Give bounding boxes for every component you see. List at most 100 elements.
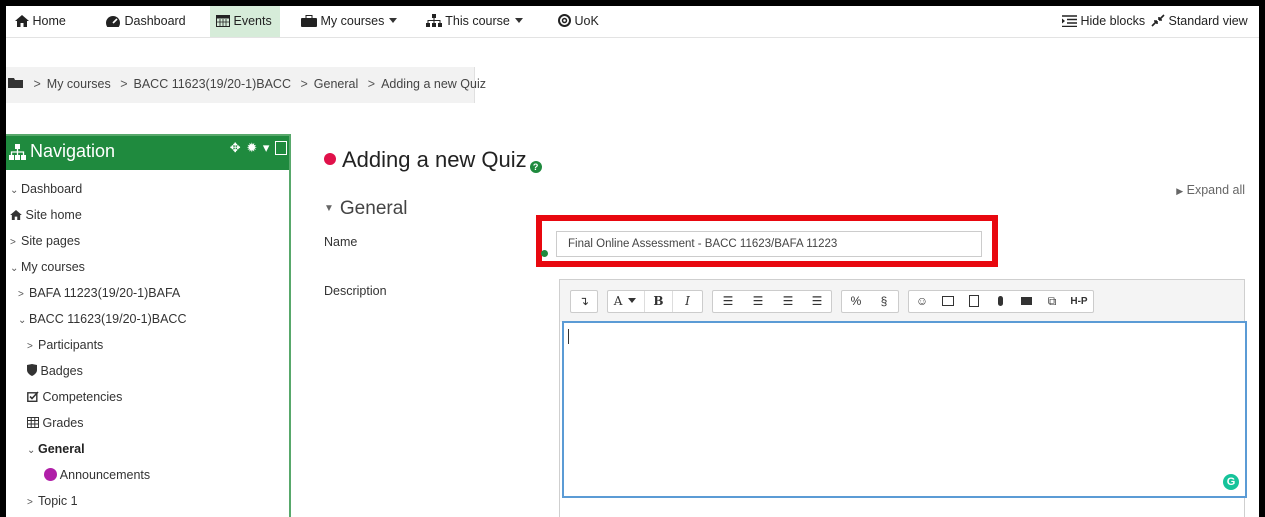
record-audio-button[interactable] <box>987 291 1013 312</box>
italic-button[interactable]: I <box>672 291 702 312</box>
nav-my-courses[interactable]: My courses <box>301 6 398 37</box>
tree-item-grades[interactable]: Grades <box>6 410 289 436</box>
nav-events-label: Events <box>233 14 272 28</box>
breadcrumb-section[interactable]: General <box>314 77 358 91</box>
nav-events[interactable]: Events <box>210 6 280 37</box>
italic-icon: I <box>685 294 690 308</box>
tree-item-label: Announcements <box>59 468 151 482</box>
numbered-list-button[interactable]: ☰ <box>743 291 773 312</box>
breadcrumb-separator: > <box>300 77 308 91</box>
tree-item-label: My courses <box>21 260 85 274</box>
top-navbar: Home Dashboard Events My courses This co… <box>6 6 1259 38</box>
record-video-button[interactable] <box>1013 291 1039 312</box>
grammarly-icon[interactable]: G <box>1223 474 1239 490</box>
nav-this-course-label: This course <box>445 14 510 28</box>
indent-button[interactable]: ☰ <box>803 291 831 312</box>
navigation-header: Navigation ✥ ✹ ▾ <box>6 136 289 170</box>
tree-item-general[interactable]: ⌄ General <box>6 436 289 462</box>
indent-icon: ☰ <box>811 294 823 308</box>
h5p-button[interactable]: H-P <box>1065 291 1093 312</box>
page-title: Adding a new Quiz? <box>324 147 542 173</box>
breadcrumb: > My courses > BACC 11623(19/20-1)BACC > Ge… <box>6 67 486 103</box>
caret-right-icon: ▶ <box>1176 186 1184 196</box>
bold-icon: B <box>653 294 664 308</box>
link-button[interactable]: % <box>842 291 870 312</box>
unlink-button[interactable]: § <box>870 291 898 312</box>
tree-item-dashboard[interactable]: ⌄ Dashboard <box>6 176 289 202</box>
video-camera-icon <box>1020 297 1032 305</box>
microphone-icon <box>997 296 1003 306</box>
tree-item-bafa-course[interactable]: > BAFA 11223(19/20-1)BAFA <box>6 280 289 306</box>
tree-item-site-home[interactable]: Site home <box>6 202 289 228</box>
nav-uok[interactable]: UoK <box>558 6 599 37</box>
unlink-icon: § <box>880 294 888 308</box>
name-label: Name <box>324 235 358 249</box>
hide-blocks-button[interactable]: Hide blocks <box>1062 6 1145 37</box>
gear-icon[interactable]: ✹ <box>246 140 258 155</box>
nav-home[interactable]: Home <box>15 6 66 37</box>
chevron-down-icon[interactable]: ▾ <box>263 140 271 155</box>
description-editor: ↴ A B I ☰ ☰ ☰ ☰ % § ☺ ⧉ H-P G <box>559 279 1247 517</box>
manage-files-button[interactable]: ⧉ <box>1039 291 1065 312</box>
section-general-toggle[interactable]: ▼ General <box>324 198 408 220</box>
tree-item-site-pages[interactable]: > Site pages <box>6 228 289 254</box>
caret-down-icon: ▼ <box>324 203 334 214</box>
nav-dashboard-label: Dashboard <box>124 14 186 28</box>
standard-view-button[interactable]: Standard view <box>1151 6 1248 37</box>
nav-my-courses-label: My courses <box>320 14 385 28</box>
required-indicator <box>541 250 548 257</box>
bold-button[interactable]: B <box>644 291 672 312</box>
numbered-list-icon: ☰ <box>752 294 764 308</box>
tree-item-badges[interactable]: Badges <box>6 358 289 384</box>
expand-all-link[interactable]: ▶ Expand all <box>1176 183 1245 197</box>
outdent-icon: ☰ <box>782 294 794 308</box>
name-field[interactable]: Final Online Assessment - BACC 11623/BAF… <box>556 231 982 257</box>
breadcrumb-my-courses[interactable]: My courses <box>47 77 111 91</box>
outdent-button[interactable]: ☰ <box>773 291 803 312</box>
media-button[interactable] <box>961 291 987 312</box>
toolbar-group: % § <box>841 290 899 313</box>
dock-icon[interactable] <box>275 141 287 155</box>
nav-this-course[interactable]: This course <box>426 6 523 37</box>
help-icon[interactable]: ? <box>529 161 542 173</box>
tree-item-competencies[interactable]: Competencies <box>6 384 289 410</box>
font-style-button[interactable]: A <box>608 291 642 312</box>
navigation-title: Navigation <box>30 141 116 161</box>
image-button[interactable] <box>935 291 961 312</box>
description-textarea[interactable]: G <box>562 321 1247 498</box>
tree-item-label: Competencies <box>42 390 123 404</box>
standard-view-label: Standard view <box>1168 14 1248 28</box>
tree-item-label: Badges <box>40 364 83 378</box>
tree-item-participants[interactable]: > Participants <box>6 332 289 358</box>
tree-item-bacc-course[interactable]: ⌄ BACC 11623(19/20-1)BACC <box>6 306 289 332</box>
expand-all-label: Expand all <box>1186 183 1245 197</box>
copy-files-icon: ⧉ <box>1047 294 1057 308</box>
section-title: General <box>339 198 408 219</box>
collapse-chevron-icon: > <box>27 497 33 508</box>
chevron-down-icon <box>514 18 523 23</box>
collapse-chevron-icon: > <box>18 289 24 300</box>
collapse-chevron-icon: > <box>10 237 16 248</box>
bullet-list-button[interactable]: ☰ <box>713 291 743 312</box>
smiley-icon: ☺ <box>915 294 929 308</box>
breadcrumb-separator: > <box>33 77 41 91</box>
navigation-tree: ⌄ Dashboard Site home > Site pages ⌄ My cou… <box>6 176 289 514</box>
navigation-block: Navigation ✥ ✹ ▾ ⌄ Dashboard Site home > S… <box>6 134 291 517</box>
move-icon[interactable]: ✥ <box>230 140 242 155</box>
compress-icon <box>1151 14 1165 27</box>
checkbox-icon <box>27 391 39 402</box>
breadcrumb-course[interactable]: BACC 11623(19/20-1)BACC <box>134 77 291 91</box>
calendar-icon <box>216 15 230 27</box>
breadcrumb-separator: > <box>120 77 128 91</box>
tree-item-my-courses[interactable]: ⌄ My courses <box>6 254 289 280</box>
nav-dashboard[interactable]: Dashboard <box>105 6 186 37</box>
toolbar-toggle-button[interactable]: ↴ <box>571 291 597 312</box>
breadcrumb-separator: > <box>367 77 376 91</box>
emoji-button[interactable]: ☺ <box>909 291 935 312</box>
folder-icon <box>8 78 23 88</box>
tree-item-topic-1[interactable]: > Topic 1 <box>6 488 289 514</box>
forum-icon <box>44 468 57 481</box>
file-media-icon <box>969 295 979 307</box>
editor-toolbar: ↴ A B I ☰ ☰ ☰ ☰ % § ☺ ⧉ H-P <box>560 280 1244 322</box>
tree-item-announcements[interactable]: Announcements <box>6 462 289 488</box>
